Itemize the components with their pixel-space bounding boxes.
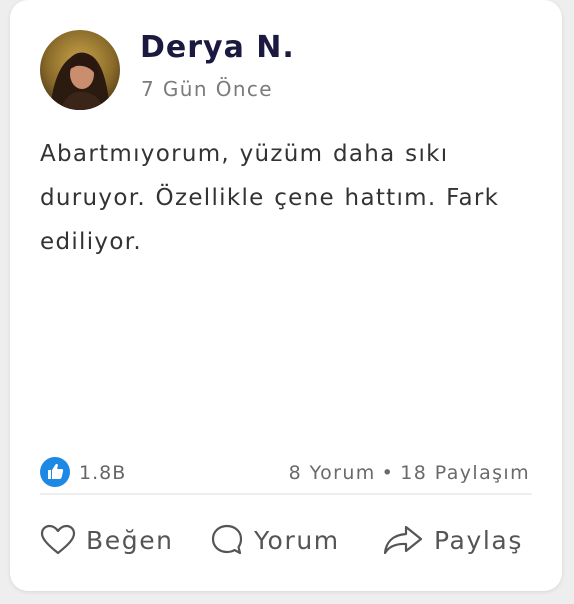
like-button[interactable]: Beğen (40, 520, 174, 560)
share-button[interactable]: Paylaş (382, 520, 523, 560)
post-stats: 8 Yorum • 18 Paylaşım (289, 462, 530, 484)
like-count[interactable]: 1.8B (79, 462, 126, 484)
share-arrow-icon (383, 525, 423, 555)
post-timestamp: 7 Gün Önce (141, 77, 274, 101)
comment-button-label: Yorum (254, 525, 340, 555)
post-card: Derya N. 7 Gün Önce Abartmıyorum, yüzüm … (10, 0, 562, 591)
like-button-label: Beğen (86, 525, 174, 555)
comment-button[interactable]: Yorum (210, 520, 340, 560)
avatar[interactable] (40, 30, 120, 110)
post-body: Abartmıyorum, yüzüm daha sıkı duruyor. Ö… (40, 141, 500, 255)
comment-bubble-icon (211, 524, 243, 555)
stats-separator: • (381, 462, 395, 484)
share-count[interactable]: 18 Paylaşım (400, 462, 530, 484)
thumbs-up-icon (40, 457, 70, 487)
author-name[interactable]: Derya N. (140, 30, 295, 65)
heart-icon (40, 524, 76, 555)
comment-count[interactable]: 8 Yorum (289, 462, 376, 484)
share-button-label: Paylaş (434, 525, 523, 555)
avatar-photo (40, 30, 120, 110)
divider (40, 493, 532, 495)
